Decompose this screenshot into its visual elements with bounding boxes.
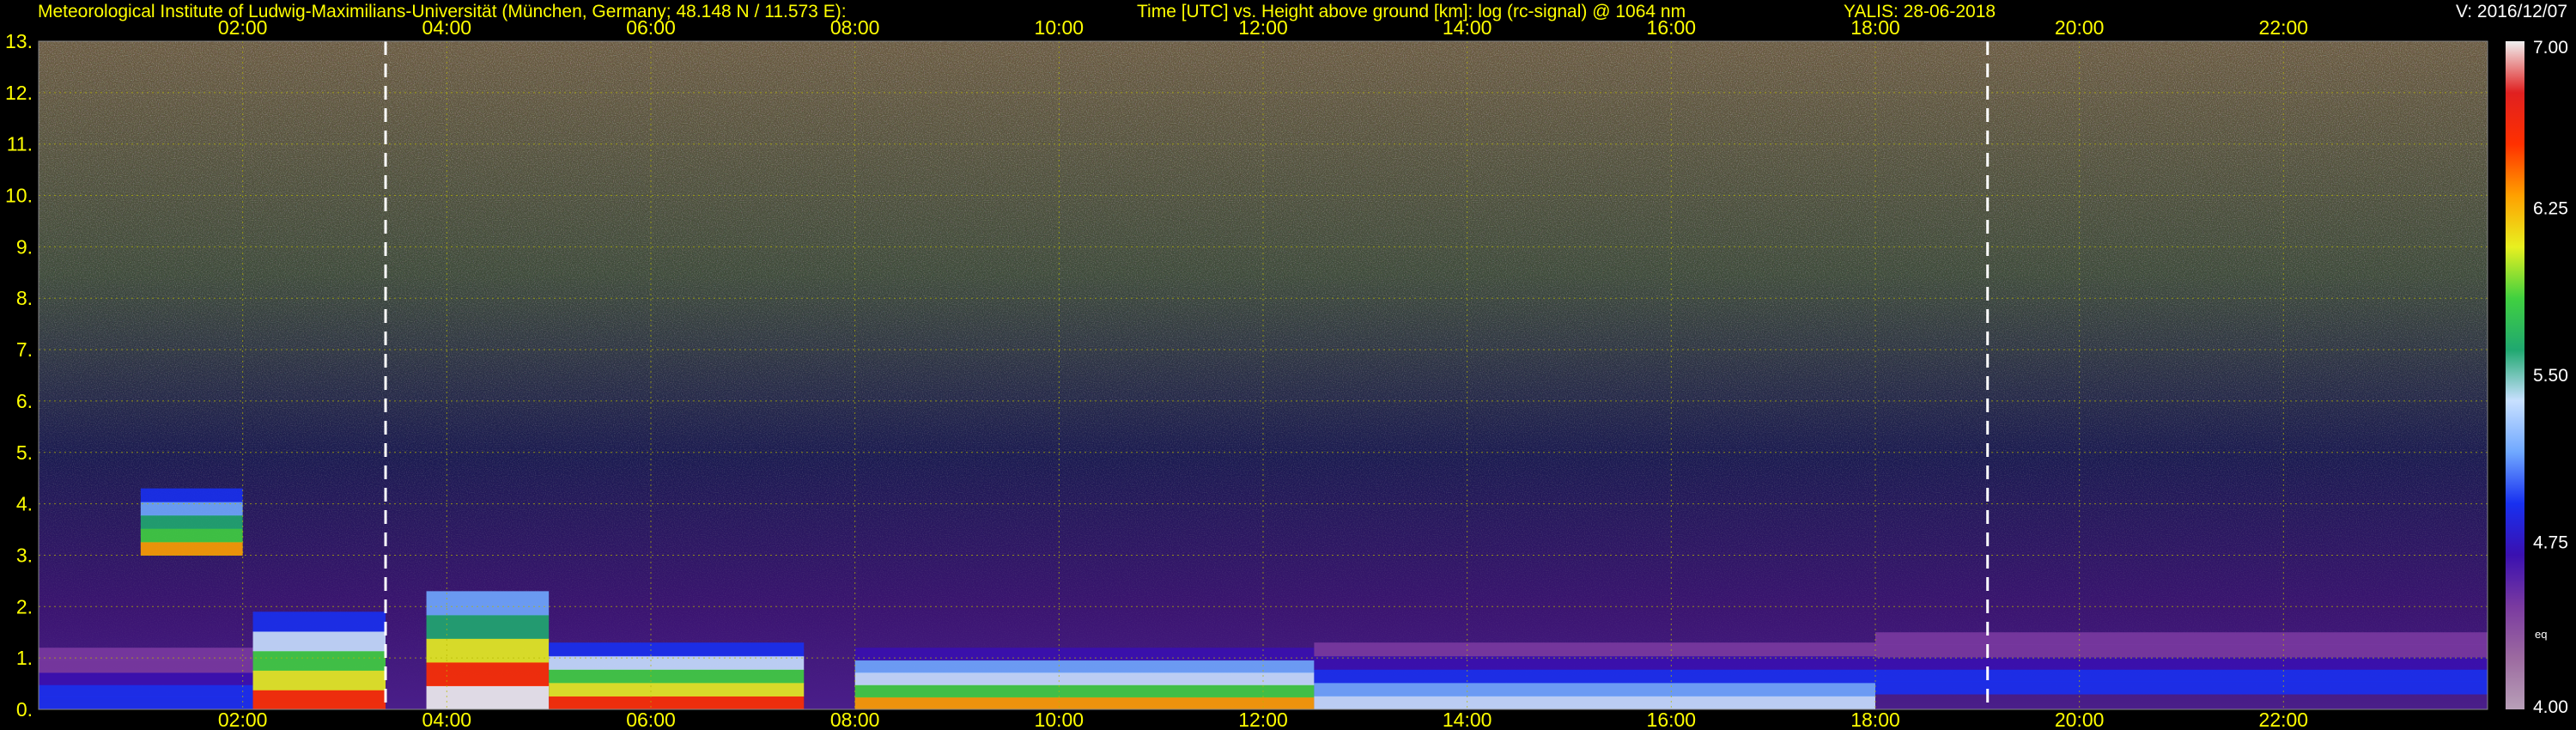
signal-layer-6-band-2 bbox=[1314, 669, 1875, 684]
signal-layer-5-band-1 bbox=[854, 684, 1315, 698]
x-tick-top-7: 16:00 bbox=[1647, 16, 1697, 39]
y-tick-0: 0. bbox=[16, 698, 33, 721]
x-tick-bottom-3: 08:00 bbox=[830, 709, 880, 730]
y-tick-8: 8. bbox=[16, 287, 33, 309]
lidar-quicklook-chart: Meteorological Institute of Ludwig-Maxim… bbox=[5, 2, 2568, 730]
signal-layer-4-band-0 bbox=[549, 696, 805, 709]
x-tick-top-2: 06:00 bbox=[626, 16, 676, 39]
signal-layer-2-band-0 bbox=[252, 690, 386, 709]
colorbar: 7.00 6.25 5.50 4.75 4.00 eq bbox=[2506, 38, 2568, 717]
x-tick-top-8: 18:00 bbox=[1850, 16, 1900, 39]
y-tick-6: 6. bbox=[16, 390, 33, 412]
x-tick-bottom-9: 20:00 bbox=[2055, 709, 2105, 730]
signal-layer-5-band-3 bbox=[854, 660, 1315, 673]
signal-layer-3-band-0 bbox=[426, 685, 550, 709]
colorbar-tick-3: 4.75 bbox=[2533, 533, 2568, 553]
signal-layer-2-band-2 bbox=[252, 650, 386, 672]
signal-layer-0-band-3 bbox=[39, 660, 253, 673]
signal-layer-1-band-2 bbox=[140, 514, 243, 529]
y-tick-7: 7. bbox=[16, 338, 33, 361]
y-tick-12: 12. bbox=[5, 82, 33, 104]
y-tick-2: 2. bbox=[16, 595, 33, 617]
signal-layer-7-band-0 bbox=[1875, 681, 2488, 695]
x-tick-top-3: 08:00 bbox=[830, 16, 880, 39]
signal-layer-4-band-2 bbox=[549, 669, 805, 684]
signal-layer-2-band-4 bbox=[252, 611, 386, 632]
x-tick-bottom-2: 06:00 bbox=[626, 709, 676, 730]
x-tick-top-1: 04:00 bbox=[422, 16, 472, 39]
signal-layer-6-band-0 bbox=[1314, 696, 1875, 709]
signal-layer-7-band-4 bbox=[1875, 632, 2488, 646]
colorbar-note: eq bbox=[2535, 628, 2547, 641]
version-label: V: 2016/12/07 bbox=[2456, 2, 2567, 21]
signal-layer-4-band-1 bbox=[549, 682, 805, 697]
signal-layer-6-band-1 bbox=[1314, 682, 1875, 697]
x-tick-top-0: 02:00 bbox=[218, 16, 268, 39]
signal-layer-1-band-3 bbox=[140, 502, 243, 516]
signal-layer-3-band-1 bbox=[426, 661, 550, 686]
signal-layer-2-band-1 bbox=[252, 670, 386, 690]
signal-layer-0-band-2 bbox=[39, 672, 253, 685]
signal-layer-6-band-4 bbox=[1314, 642, 1875, 657]
x-tick-bottom-4: 10:00 bbox=[1035, 709, 1084, 730]
signal-layer-0-band-1 bbox=[39, 684, 253, 698]
y-tick-5: 5. bbox=[16, 441, 33, 464]
signal-layer-4-band-4 bbox=[549, 642, 805, 657]
signal-layer-7-band-1 bbox=[1875, 669, 2488, 683]
signal-layer-3-band-3 bbox=[426, 614, 550, 639]
x-tick-top-10: 22:00 bbox=[2259, 16, 2309, 39]
y-tick-13: 13. bbox=[5, 30, 33, 52]
y-tick-9: 9. bbox=[16, 235, 33, 258]
signal-layer-3-band-2 bbox=[426, 638, 550, 663]
x-tick-bottom-7: 16:00 bbox=[1647, 709, 1697, 730]
chart-title: Time [UTC] vs. Height above ground [km]:… bbox=[1137, 2, 1686, 21]
x-tick-bottom-5: 12:00 bbox=[1238, 709, 1288, 730]
y-tick-10: 10. bbox=[5, 185, 33, 207]
x-tick-bottom-8: 18:00 bbox=[1850, 709, 1900, 730]
x-tick-bottom-0: 02:00 bbox=[218, 709, 268, 730]
x-tick-top-9: 20:00 bbox=[2055, 16, 2105, 39]
colorbar-ticks: 7.00 6.25 5.50 4.75 4.00 bbox=[2533, 38, 2568, 717]
y-tick-1: 1. bbox=[16, 647, 33, 669]
x-tick-bottom-6: 14:00 bbox=[1443, 709, 1492, 730]
colorbar-tick-4: 4.00 bbox=[2533, 697, 2568, 717]
y-tick-4: 4. bbox=[16, 493, 33, 515]
x-tick-bottom-1: 04:00 bbox=[422, 709, 472, 730]
signal-layer-5-band-2 bbox=[854, 672, 1315, 685]
colorbar-gradient bbox=[2506, 41, 2524, 709]
colorbar-tick-2: 5.50 bbox=[2533, 366, 2568, 386]
signal-layer-1-band-1 bbox=[140, 528, 243, 543]
colorbar-tick-1: 6.25 bbox=[2533, 199, 2568, 219]
colorbar-tick-0: 7.00 bbox=[2533, 38, 2568, 58]
x-tick-top-6: 14:00 bbox=[1443, 16, 1492, 39]
plot-area bbox=[39, 41, 2488, 709]
signal-layer-1-band-4 bbox=[140, 488, 243, 502]
signal-layer-1-band-0 bbox=[140, 541, 243, 556]
signal-layer-2-band-3 bbox=[252, 631, 386, 652]
signal-layer-3-band-4 bbox=[426, 591, 550, 616]
signal-layer-7-band-3 bbox=[1875, 644, 2488, 658]
signal-layer-0-band-4 bbox=[39, 648, 253, 661]
y-tick-11: 11. bbox=[7, 133, 33, 155]
y-tick-3: 3. bbox=[16, 544, 33, 566]
x-tick-top-5: 12:00 bbox=[1238, 16, 1288, 39]
x-tick-bottom-10: 22:00 bbox=[2259, 709, 2309, 730]
signal-layer-5-band-4 bbox=[854, 648, 1315, 661]
x-tick-top-4: 10:00 bbox=[1035, 16, 1084, 39]
signal-layer-7-band-2 bbox=[1875, 656, 2488, 670]
